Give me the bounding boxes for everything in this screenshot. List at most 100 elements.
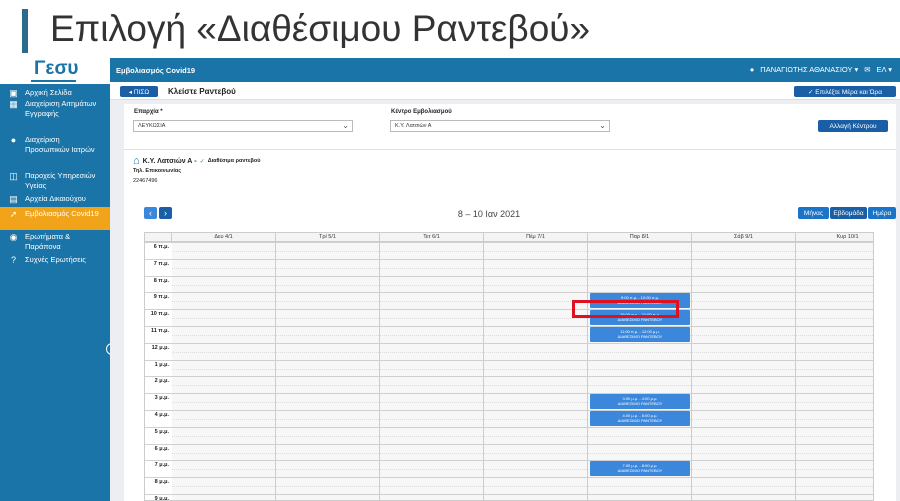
home-icon: ▣ (9, 88, 18, 98)
sidebar-item-5[interactable]: ▤ Αρχεία Δικαιούχου (0, 192, 110, 207)
hour-row: 8 μ.μ. (145, 477, 873, 494)
day-header: Τρί 5/1 (276, 233, 380, 241)
sidebar-item-label: Αρχεία Δικαιούχου (25, 194, 86, 203)
sidebar-item-label: Αρχική Σελίδα (25, 88, 72, 97)
hour-label: 3 μ.μ. (154, 395, 169, 402)
province-select[interactable]: ΛΕΥΚΩΣΙΑ ⌄ (133, 120, 353, 132)
phone-label: Τηλ. Επικοινωνίας (133, 168, 182, 174)
next-week-button[interactable]: › (159, 207, 172, 219)
sidebar-item-1[interactable]: ▣ Αρχική Σελίδα (0, 86, 110, 98)
booking-card: Επαρχία * ΛΕΥΚΩΣΙΑ ⌄ Κέντρο Εμβολιασμού Κ… (124, 104, 896, 501)
user-icon: ● (749, 65, 755, 74)
hour-row: 8 π.μ. (145, 275, 873, 293)
hour-row: 12 μ.μ. (145, 342, 873, 360)
center-name: Κ.Υ. Λατσιών Α - (142, 157, 197, 165)
chat-icon: ◉ (9, 232, 18, 242)
hospital-icon: ◫ (9, 171, 18, 181)
hour-row: 6 π.μ. (145, 242, 873, 259)
available-slot[interactable]: 3:00 μ.μ. - 4:00 μ.μ. ΔΙΑΘΕΣΙΜΟ ΡΑΝΤΕΒΟΥ (590, 394, 690, 410)
calendar-range: 8 – 10 Ιαν 2021 (457, 209, 521, 219)
hour-row: 10 π.μ. (145, 309, 873, 326)
sidebar-item-4[interactable]: ◫ Παροχείς Υπηρεσιών Υγείας (0, 169, 110, 192)
gesy-logo[interactable]: Γεσυ (0, 58, 110, 84)
main-content: ◂ ΠΙΣΩ Κλείστε Ραντεβού ✓ Επιλέξτε Μέρα … (110, 82, 900, 501)
hour-label: 9 μ.μ. (154, 496, 169, 501)
slide-title: Επιλογή «Διαθέσιμου Ραντεβού» (0, 0, 900, 58)
day-header: Δευ 4/1 (172, 233, 276, 241)
sidebar-item-2[interactable]: ▦ Διαχείριση Αιτημάτων Εγγραφής (0, 97, 110, 133)
prev-week-button[interactable]: ‹ (144, 207, 157, 219)
hour-label: 9 π.μ. (153, 294, 169, 301)
hour-row: 7 π.μ. (145, 258, 873, 276)
sidebar-item-6[interactable]: ➚ Εμβολιασμός Covid19 (0, 207, 110, 230)
check-icon: ✓ (199, 158, 205, 165)
sidebar-item-8[interactable]: ? Συχνές Ερωτήσεις (0, 253, 110, 270)
day-header: Παρ 8/1 (588, 233, 692, 241)
sidebar-item-label: Παροχείς Υπηρεσιών Υγείας (25, 171, 96, 190)
document-icon: ▦ (9, 99, 18, 109)
mail-icon[interactable]: ✉ (864, 65, 870, 74)
user-menu[interactable]: ΠΑΝΑΓΙΩΤΗΣ ΑΘΑΝΑΣΙΟΥ ▾ (760, 65, 858, 74)
day-header: Κυρ 10/1 (796, 233, 873, 241)
month-view-button[interactable]: Μήνας (798, 207, 829, 219)
center-select[interactable]: Κ.Υ. Λατσιών Α ⌄ (390, 120, 610, 132)
slide-title-text: Επιλογή «Διαθέσιμου Ραντεβού» (50, 8, 591, 49)
syringe-icon: ➚ (9, 209, 18, 219)
sidebar-item-label: Διαχείριση Αιτημάτων Εγγραφής (25, 99, 97, 118)
id-card-icon: ▤ (9, 194, 18, 204)
hour-label: 12 μ.μ. (151, 344, 169, 351)
hour-label: 6 μ.μ. (154, 445, 169, 452)
hour-row: 1 μ.μ. (145, 359, 873, 377)
hour-label: 4 μ.μ. (154, 412, 169, 418)
home-icon: ⌂ (133, 155, 140, 167)
week-view-button[interactable]: Εβδομάδα (830, 207, 867, 219)
change-center-button[interactable]: Αλλαγή Κέντρου (818, 120, 888, 132)
back-button[interactable]: ◂ ΠΙΣΩ (120, 86, 158, 97)
hour-label: 8 π.μ. (153, 277, 169, 284)
selected-slot-highlight (572, 300, 679, 318)
sidebar-item-7[interactable]: ◉ Ερωτήματα & Παράπονα (0, 230, 110, 253)
sidebar: Γεσυ ▣ Αρχική Σελίδα ▦ Διαχείριση Αιτημάτων… (0, 58, 118, 501)
day-header: Πέμ 7/1 (484, 233, 588, 241)
available-slot[interactable]: 7:00 μ.μ. - 8:00 μ.μ. ΔΙΑΘΕΣΙΜΟ ΡΑΝΤΕΒΟΥ (590, 461, 690, 477)
hour-row: 4 μ.μ. (145, 410, 873, 427)
hour-row: 9 π.μ. (145, 292, 873, 309)
available-slot[interactable]: 4:00 μ.μ. - 5:00 μ.μ. ΔΙΑΘΕΣΙΜΟ ΡΑΝΤΕΒΟΥ (590, 411, 690, 426)
hour-label: 8 μ.μ. (154, 479, 169, 486)
center-label: Κέντρο Εμβολιασμού (391, 109, 452, 115)
hour-label: 1 μ.μ. (154, 361, 169, 368)
hour-label: 2 μ.μ. (154, 378, 169, 385)
calendar-grid: Δευ 4/1 Τρί 5/1 Τετ 6/1 Πέμ 7/1 Παρ 8/1 Σάβ 9… (144, 232, 874, 501)
day-view-button[interactable]: Ημέρα (868, 207, 896, 219)
page-header: ◂ ΠΙΣΩ Κλείστε Ραντεβού ✓ Επιλέξτε Μέρα … (110, 82, 900, 100)
hour-label: 7 π.μ. (153, 260, 169, 267)
hour-row: 11 π.μ. (145, 326, 873, 343)
hour-label: 6 π.μ. (153, 244, 169, 250)
hour-row: 6 μ.μ. (145, 443, 873, 461)
sidebar-item-3[interactable]: ● Διαχείριση Προσωπικών Ιατρών (0, 133, 110, 169)
hour-row: 3 μ.μ. (145, 393, 873, 410)
available-slot[interactable]: 11:00 π.μ. - 12:00 μ.μ. ΔΙΑΘΕΣΙΜΟ ΡΑΝΤΕΒΟ… (590, 327, 690, 342)
province-label: Επαρχία * (134, 109, 163, 115)
hour-row: 5 μ.μ. (145, 426, 873, 444)
hour-label: 10 π.μ. (150, 311, 169, 318)
hour-row: 9 μ.μ. (145, 494, 873, 501)
available-appointments-label: Διαθέσιμα ραντεβού (207, 158, 261, 164)
language-menu[interactable]: ΕΛ ▾ (877, 65, 892, 74)
chevron-down-icon: ⌄ (342, 121, 349, 130)
doctor-icon: ● (10, 135, 17, 145)
sidebar-item-label: Διαχείριση Προσωπικών Ιατρών (25, 135, 95, 154)
divider (124, 149, 896, 150)
hour-row: 7 μ.μ. (145, 460, 873, 477)
top-bar: Εμβολιασμός Covid19 ● ΠΑΝΑΓΙΩΤΗΣ ΑΘΑΝΑΣΙ… (110, 58, 900, 82)
day-header: Τετ 6/1 (380, 233, 484, 241)
hour-label: 5 μ.μ. (154, 428, 169, 435)
title-accent-bar (22, 9, 28, 53)
page-title: Κλείστε Ραντεβού (168, 87, 236, 96)
app-title: Εμβολιασμός Covid19 (116, 66, 196, 75)
pick-day-time-button[interactable]: ✓ Επιλέξτε Μέρα και Ώρα (794, 86, 896, 97)
help-icon: ? (10, 255, 16, 265)
hour-row: 2 μ.μ. (145, 376, 873, 393)
sidebar-item-label: Εμβολιασμός Covid19 (25, 209, 99, 218)
hour-label: 11 π.μ. (151, 328, 169, 334)
